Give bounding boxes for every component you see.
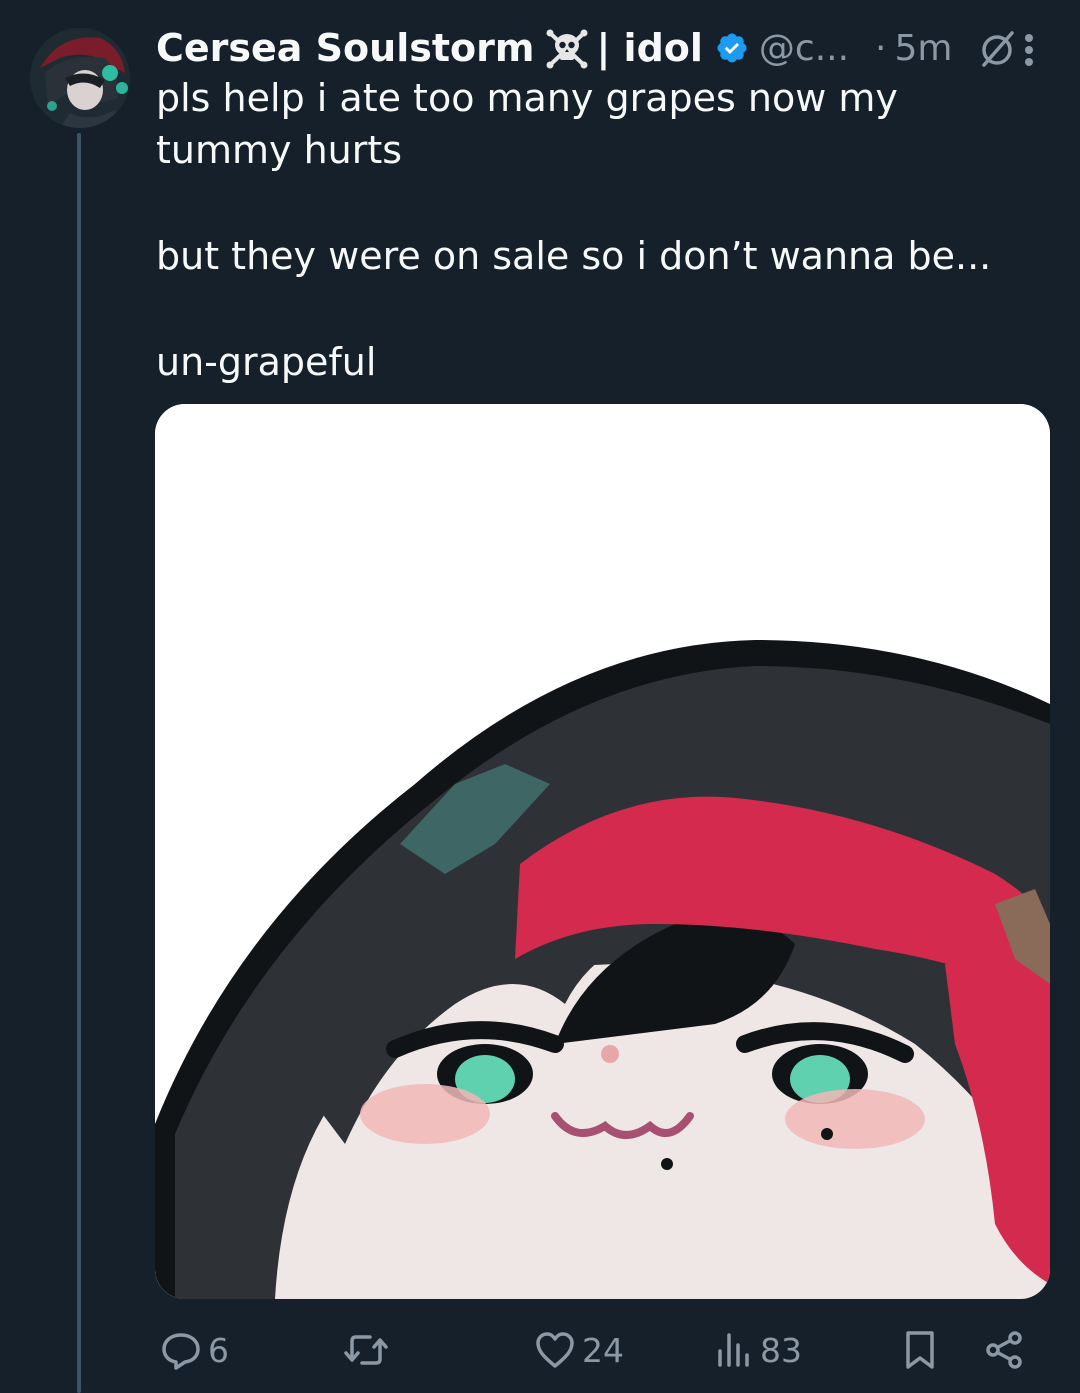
tweet-text: pls help i ate too many grapes now my tu… xyxy=(156,72,1036,388)
verified-badge-icon[interactable] xyxy=(715,31,749,65)
share-icon xyxy=(984,1329,1026,1371)
views-chart-icon xyxy=(714,1329,754,1371)
avatar[interactable] xyxy=(30,28,130,128)
views-button[interactable]: 83 xyxy=(714,1318,802,1382)
bookmark-button[interactable] xyxy=(900,1318,940,1382)
tweet-actions: 6 24 83 xyxy=(156,1318,1036,1382)
timestamp[interactable]: 5m xyxy=(895,28,953,69)
handle[interactable]: @c... xyxy=(759,28,849,69)
share-button[interactable] xyxy=(984,1318,1026,1382)
reply-count: 6 xyxy=(208,1330,229,1370)
tweet-text-line: but they were on sale so i don’t wanna b… xyxy=(156,234,992,278)
heart-icon xyxy=(534,1329,576,1371)
tweet-header: Cersea Soulstorm | idol @c... · 5m xyxy=(156,22,1056,74)
views-count: 83 xyxy=(760,1330,802,1370)
circle-slash-icon xyxy=(976,27,1018,69)
like-count: 24 xyxy=(582,1330,624,1370)
like-button[interactable]: 24 xyxy=(534,1318,624,1382)
reply-button[interactable]: 6 xyxy=(160,1318,229,1382)
name-suffix: | idol xyxy=(596,26,703,70)
tweet-media-image[interactable] xyxy=(155,404,1050,1299)
display-name[interactable]: Cersea Soulstorm xyxy=(156,26,534,70)
retweet-button[interactable] xyxy=(342,1318,396,1382)
separator-dot: · xyxy=(875,27,887,69)
emote-image xyxy=(155,404,1050,1299)
more-vertical-icon[interactable] xyxy=(1016,30,1042,70)
avatar-image xyxy=(30,28,130,128)
bookmark-icon xyxy=(900,1329,940,1371)
reply-icon xyxy=(160,1329,202,1371)
retweet-icon xyxy=(342,1329,390,1371)
skull-crossbones-icon xyxy=(544,25,590,71)
tweet-text-line: pls help i ate too many grapes now my tu… xyxy=(156,76,898,172)
thread-line xyxy=(77,133,81,1393)
tweet-text-line: un-grapeful xyxy=(156,340,377,384)
